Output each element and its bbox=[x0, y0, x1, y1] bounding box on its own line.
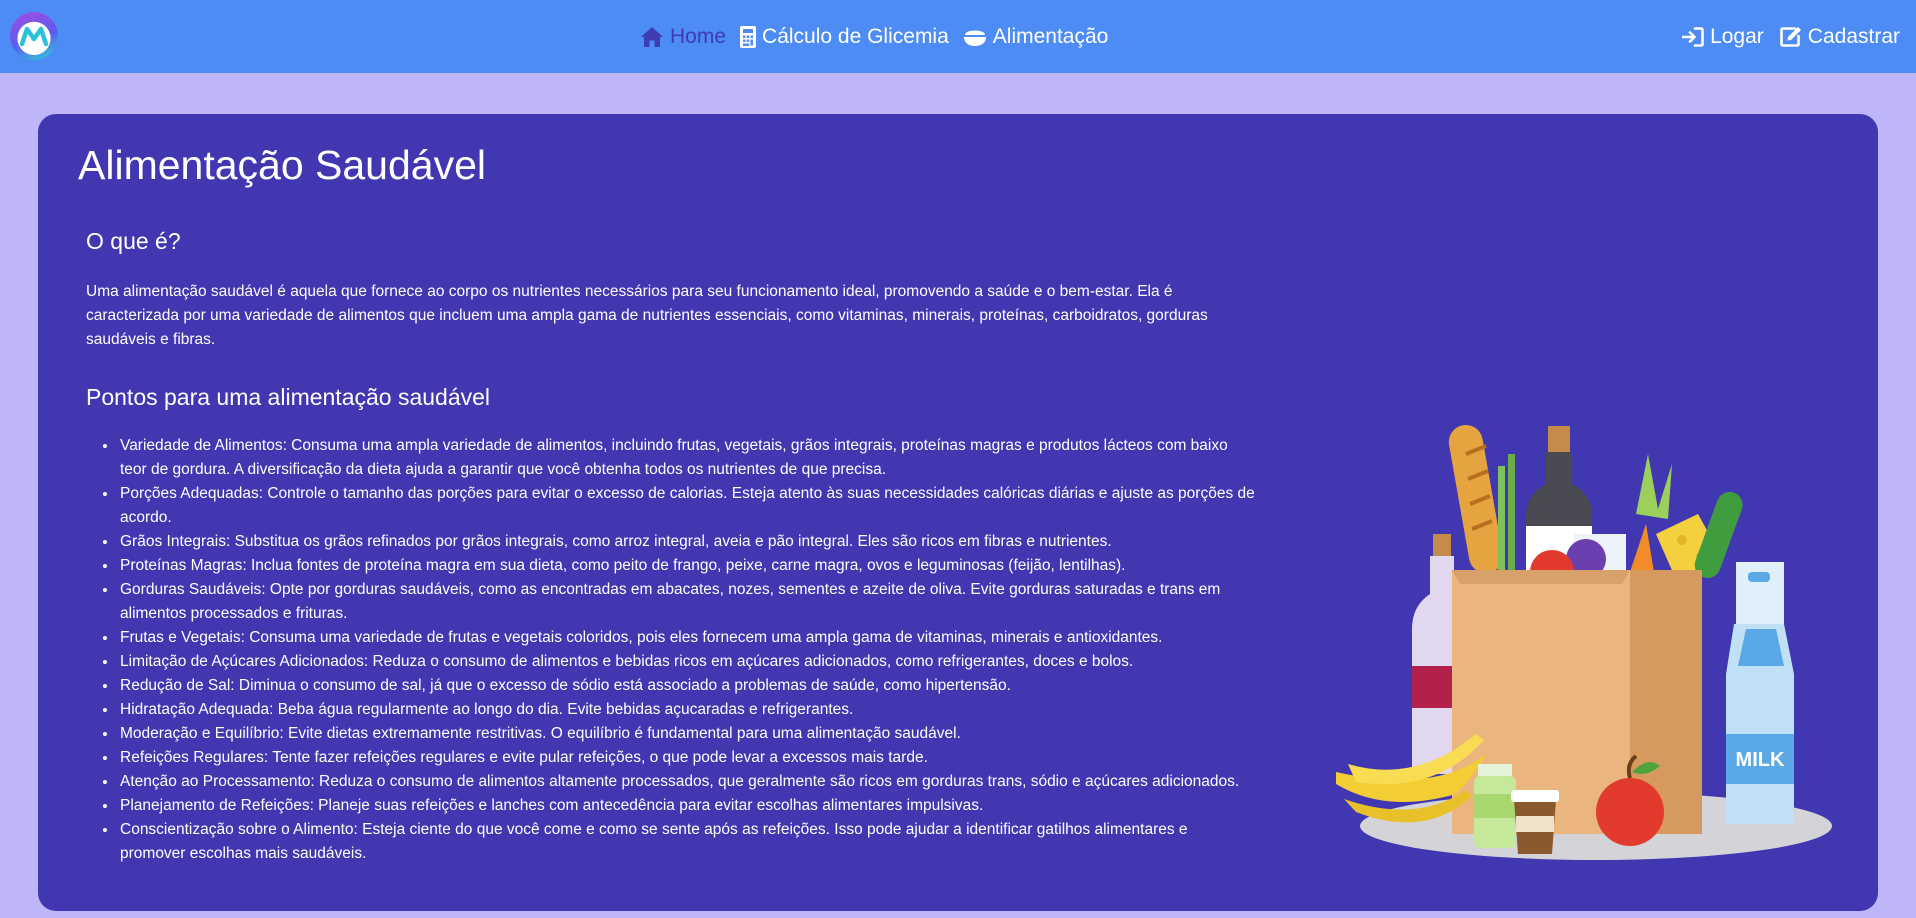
page-title: Alimentação Saudável bbox=[78, 142, 486, 188]
bread bbox=[1448, 424, 1503, 574]
nav-glicemia-label: Cálculo de Glicemia bbox=[762, 24, 949, 48]
register-label: Cadastrar bbox=[1807, 24, 1900, 48]
section-points-title: Pontos para uma alimentação saudável bbox=[86, 384, 491, 410]
points-list: Variedade de Alimentos: Consuma uma ampl… bbox=[86, 434, 1256, 866]
milk-label: MILK bbox=[1736, 749, 1785, 771]
edit-icon bbox=[1779, 27, 1801, 47]
list-item: Atenção ao Processamento: Reduza o consu… bbox=[118, 770, 1256, 794]
list-item: Proteínas Magras: Inclua fontes de prote… bbox=[118, 554, 1256, 578]
list-item: Variedade de Alimentos: Consuma uma ampl… bbox=[118, 434, 1256, 482]
nav-glicemia-link[interactable]: Cálculo de Glicemia bbox=[740, 25, 949, 49]
login-link[interactable]: Logar bbox=[1682, 25, 1764, 49]
list-item: Moderação e Equilíbrio: Evite dietas ext… bbox=[118, 722, 1256, 746]
list-item: Conscientização sobre o Alimento: Esteja… bbox=[118, 818, 1256, 866]
grocery-bag-illustration: MILK bbox=[1336, 424, 1832, 860]
register-link[interactable]: Cadastrar bbox=[1779, 24, 1900, 49]
sign-in-icon bbox=[1682, 26, 1704, 47]
list-item: Redução de Sal: Diminua o consumo de sal… bbox=[118, 674, 1256, 698]
calculator-icon bbox=[740, 25, 757, 48]
top-navbar: Home Cálculo de Glicemia Alimentação Log… bbox=[0, 0, 1916, 73]
nav-alimentacao-label: Alimentação bbox=[992, 24, 1109, 48]
list-item: Frutas e Vegetais: Consuma uma variedade… bbox=[118, 626, 1256, 650]
home-icon bbox=[641, 26, 663, 47]
logo-icon[interactable] bbox=[10, 12, 58, 60]
main-nav: Home Cálculo de Glicemia Alimentação bbox=[640, 0, 1108, 73]
section-what-is-title: O que é? bbox=[86, 228, 181, 254]
list-item: Gorduras Saudáveis: Opte por gorduras sa… bbox=[118, 578, 1256, 626]
list-item: Porções Adequadas: Controle o tamanho da… bbox=[118, 482, 1256, 530]
login-label: Logar bbox=[1710, 24, 1764, 48]
nav-alimentacao-link[interactable]: Alimentação bbox=[963, 24, 1109, 49]
article-content: O que é? Uma alimentação saudável é aque… bbox=[86, 226, 1256, 866]
list-item: Refeições Regulares: Tente fazer refeiçõ… bbox=[118, 746, 1256, 770]
nav-home-label: Home bbox=[670, 24, 727, 48]
bowl-icon bbox=[963, 30, 986, 46]
content-card: Alimentação Saudável O que é? Uma alimen… bbox=[38, 114, 1878, 911]
auth-nav: Logar Cadastrar bbox=[1682, 0, 1900, 73]
list-item: Hidratação Adequada: Beba água regularme… bbox=[118, 698, 1256, 722]
list-item: Grãos Integrais: Substitua os grãos refi… bbox=[118, 530, 1256, 554]
milk-carton: MILK bbox=[1726, 562, 1794, 824]
nav-home-link[interactable]: Home bbox=[640, 25, 726, 49]
list-item: Planejamento de Refeições: Planeje suas … bbox=[118, 794, 1256, 818]
section-what-is-text: Uma alimentação saudável é aquela que fo… bbox=[86, 283, 1208, 348]
list-item: Limitação de Açúcares Adicionados: Reduz… bbox=[118, 650, 1256, 674]
